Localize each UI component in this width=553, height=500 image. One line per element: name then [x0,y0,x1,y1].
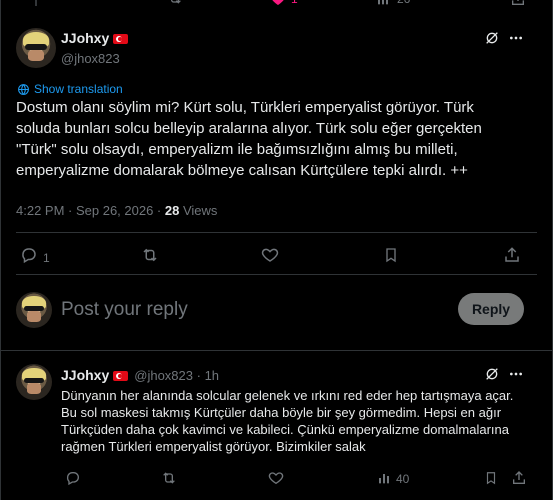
tweet-text-line: "Türk" solu olsaydı, emperyalizm ile bağ… [16,141,458,158]
reply-avatar[interactable] [16,364,52,400]
tweet-text-line: Dostum olanı söylim mi? Kürt solu, Türkl… [16,99,474,116]
grok-icon[interactable] [484,30,500,46]
share-icon[interactable] [510,0,526,7]
author-handle[interactable]: @jhox823 [61,51,120,66]
like-count: 1 [291,0,298,6]
thread-line [35,0,37,6]
bookmark-icon[interactable] [383,246,399,264]
flag-icon [113,33,129,44]
show-translation-label[interactable]: Show translation [34,82,123,96]
reply-text: Dünyanın her alanında solcular gelenek v… [61,387,541,455]
views-label: Views [182,203,218,218]
bookmark-icon[interactable] [484,470,498,486]
author-name[interactable]: JJohxy [61,30,109,46]
views-count: 28 [164,203,180,218]
like-icon[interactable] [261,246,279,264]
views-count: 26 [397,0,410,6]
tweet-meta: 4:22 PM · Sep 26, 2026 · 28 Views [16,203,217,218]
tweet-text-line: soluda bunları solcu belleyip aralarına … [16,120,482,137]
timeline-border-left [0,0,1,500]
reply-text-line: Türkçüden daha çok kavimci ve kabileci. … [61,422,509,437]
retweet-icon[interactable] [166,0,184,6]
reply-input[interactable]: Post your reply [61,299,188,321]
reply-count: 1 [43,251,50,265]
share-icon[interactable] [511,470,527,486]
translate-icon [17,83,30,96]
tweet-text-line: emperyalizme domalarak bölmeye calısan K… [16,162,468,179]
reply-author-name[interactable]: JJohxy [61,367,109,383]
reply-time[interactable]: 1h [205,368,219,383]
more-icon[interactable] [508,366,524,382]
reply-button[interactable]: Reply [458,293,524,325]
tweet-timestamp[interactable]: 4:22 PM · Sep 26, 2026 · [16,203,161,218]
compose-avatar [16,292,52,328]
more-icon[interactable] [508,30,524,46]
grok-icon[interactable] [484,366,500,382]
reply-icon[interactable] [20,246,38,264]
previous-tweet-actions: 1 26 [0,0,552,10]
reply-icon[interactable] [65,470,81,486]
views-icon[interactable] [377,470,393,486]
like-icon[interactable] [270,0,286,7]
like-icon[interactable] [268,470,284,486]
flag-icon [113,370,129,381]
reply-text-line: Dünyanın her alanında solcular gelenek v… [61,388,514,403]
reply-author-handle[interactable]: @jhox823 [134,368,193,383]
avatar[interactable] [16,28,56,68]
divider [16,232,537,233]
retweet-icon[interactable] [160,470,178,486]
divider [16,274,537,275]
divider [0,350,552,351]
share-icon[interactable] [503,246,521,264]
retweet-icon[interactable] [140,246,160,264]
show-translation-link[interactable]: Show translation [17,82,123,96]
views-icon[interactable] [376,0,392,7]
reply-text-line: Bu sol maskesi takmış Kürtçüler daha böy… [61,405,502,420]
author-name-row[interactable]: JJohxy [61,30,129,48]
reply-views-count: 40 [396,472,410,486]
reply-text-line: rağmen Türkleri emperyalist görüyor. Biz… [61,439,366,454]
reply-header: JJohxy @jhox823 · 1h [61,367,220,383]
tweet-text: Dostum olanı söylim mi? Kürt solu, Türkl… [16,97,541,181]
